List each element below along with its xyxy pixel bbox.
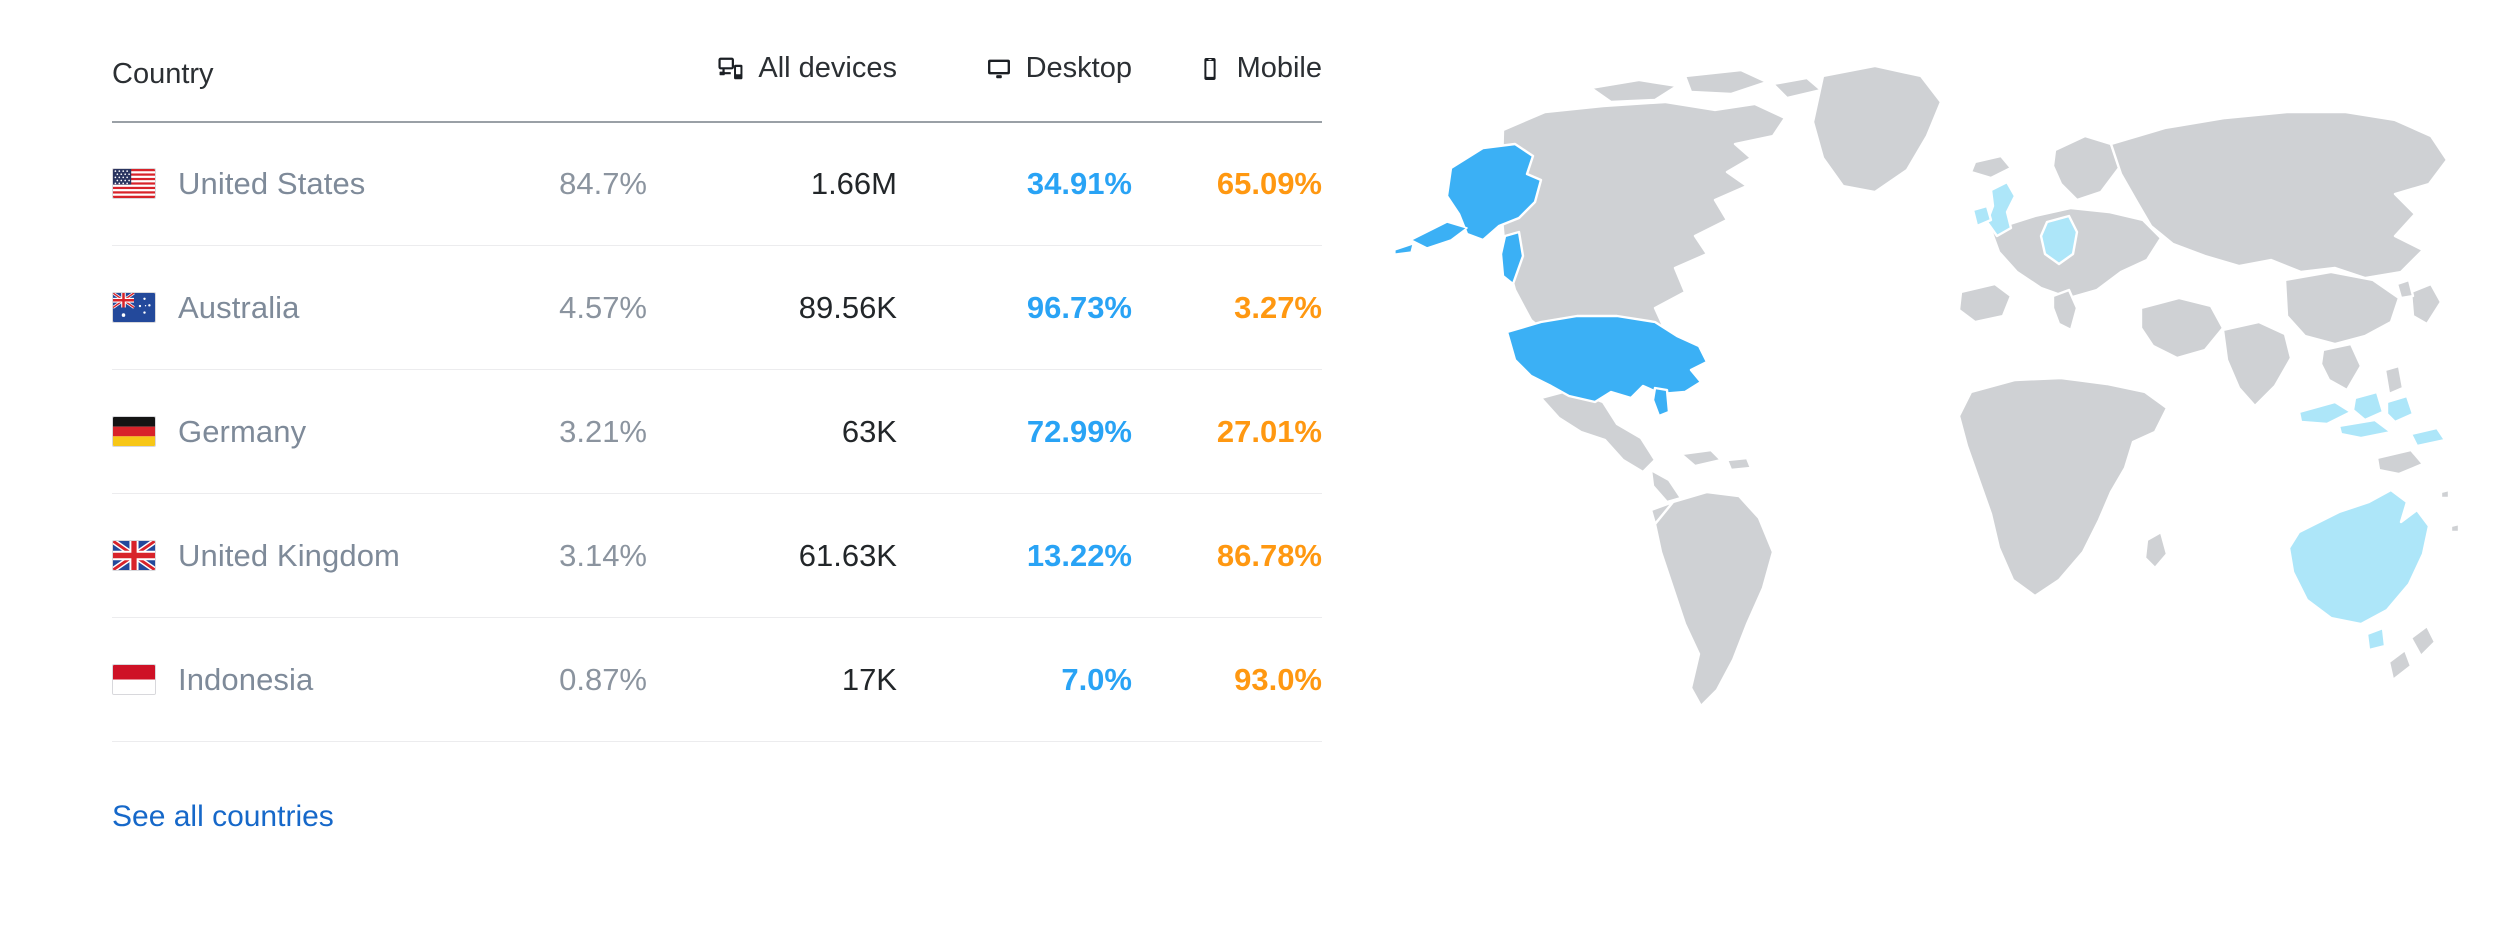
country-table: Country All devices Desktop Mobile Unite… — [112, 52, 1322, 742]
map-country-australia — [2287, 488, 2431, 626]
map-country-indonesia-java — [2337, 418, 2393, 440]
cell-country: United Kingdom — [112, 494, 432, 618]
column-header-all-devices[interactable]: All devices — [647, 52, 897, 122]
table-row[interactable]: Indonesia 0.87% 17K 7.0% 93.0% — [112, 618, 1322, 742]
flag-gb-icon — [112, 540, 156, 571]
cell-mobile: 27.01% — [1216, 413, 1322, 449]
map-country-indonesia-borneo — [2351, 390, 2385, 422]
map-country-indonesia-sulawesi — [2385, 394, 2415, 424]
cell-desktop: 72.99% — [1026, 413, 1132, 449]
world-choropleth-map — [1355, 40, 2475, 720]
cell-desktop: 96.73% — [1026, 289, 1132, 325]
cell-mobile: 3.27% — [1234, 289, 1322, 325]
cell-all-devices: 89.56K — [798, 289, 897, 325]
map-country-indonesia-papua — [2409, 426, 2447, 448]
cell-desktop: 34.91% — [1026, 165, 1132, 201]
column-header-country: Country — [112, 52, 432, 122]
cell-desktop: 7.0% — [1061, 661, 1132, 697]
table-row[interactable]: United States 84.7% 1.66M 34.91% 65.09% — [112, 122, 1322, 246]
country-name: Australia — [178, 289, 300, 325]
column-header-all-devices-label: All devices — [758, 52, 897, 84]
column-header-desktop-label: Desktop — [1025, 52, 1132, 84]
cell-share: 3.21% — [559, 413, 647, 449]
map-country-indonesia-sumatra — [2297, 400, 2353, 426]
cell-country: Indonesia — [112, 618, 432, 742]
country-table-container: Country All devices Desktop Mobile Unite… — [112, 52, 1322, 742]
mobile-phone-icon — [1196, 55, 1224, 83]
cell-share: 4.57% — [559, 289, 647, 325]
table-row[interactable]: United Kingdom 3.14% 61.63K 13.22% 86.78… — [112, 494, 1322, 618]
column-header-mobile[interactable]: Mobile — [1132, 52, 1322, 122]
table-header: Country All devices Desktop Mobile — [112, 52, 1322, 122]
cell-country: Germany — [112, 370, 432, 494]
map-country-united-kingdom — [1985, 180, 2017, 238]
table-row[interactable]: Australia 4.57% 89.56K 96.73% 3.27% — [112, 246, 1322, 370]
cell-mobile: 65.09% — [1216, 165, 1322, 201]
cell-all-devices: 17K — [841, 661, 897, 697]
map-country-australia-tasmania — [2365, 626, 2387, 652]
cell-all-devices: 1.66M — [810, 165, 897, 201]
cell-share: 3.14% — [559, 537, 647, 573]
flag-us-icon — [112, 168, 156, 200]
cell-all-devices: 61.63K — [798, 537, 897, 573]
cell-mobile: 93.0% — [1234, 661, 1322, 697]
country-name: United Kingdom — [178, 537, 400, 573]
table-header-row: Country All devices Desktop Mobile — [112, 52, 1322, 122]
cell-mobile: 86.78% — [1216, 537, 1322, 573]
cell-share: 84.7% — [559, 165, 647, 201]
column-header-country-label: Country — [112, 57, 214, 90]
country-name: Indonesia — [178, 661, 314, 697]
country-name: Germany — [178, 413, 307, 449]
flag-id-icon — [112, 664, 156, 695]
flag-de-icon — [112, 416, 156, 447]
flag-au-icon — [112, 292, 156, 323]
world-map-svg — [1394, 64, 2461, 708]
desktop-monitor-icon — [985, 55, 1013, 83]
table-body: United States 84.7% 1.66M 34.91% 65.09% — [112, 122, 1322, 742]
see-all-countries-link[interactable]: See all countries — [112, 800, 334, 834]
cell-share: 0.87% — [559, 661, 647, 697]
cell-country: Australia — [112, 246, 432, 370]
cell-desktop: 13.22% — [1026, 537, 1132, 573]
column-header-desktop[interactable]: Desktop — [897, 52, 1132, 122]
column-header-mobile-label: Mobile — [1236, 52, 1322, 84]
all-devices-icon — [717, 55, 745, 83]
country-name: United States — [178, 165, 366, 201]
table-row[interactable]: Germany 3.21% 63K 72.99% 27.01% — [112, 370, 1322, 494]
column-header-share — [432, 52, 647, 122]
country-traffic-panel: Country All devices Desktop Mobile Unite… — [0, 0, 2500, 942]
cell-all-devices: 63K — [841, 413, 897, 449]
cell-country: United States — [112, 122, 432, 246]
